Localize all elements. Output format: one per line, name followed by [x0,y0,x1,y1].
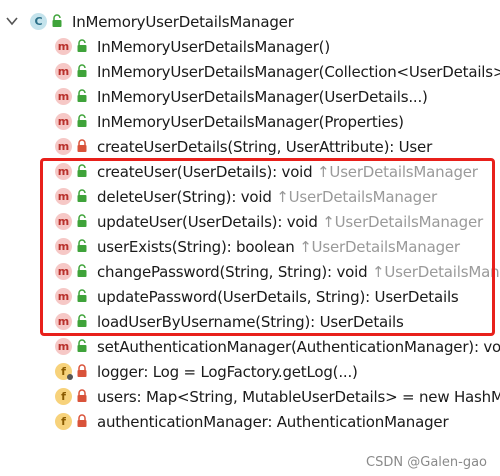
field-icon: f [55,388,72,405]
method-icon: m [55,63,72,80]
method-signature-label: loadUserByUsername(String): UserDetails [97,311,404,333]
public-lock-icon [77,214,87,227]
member-signature-text: InMemoryUserDetailsManager(UserDetails..… [97,88,428,106]
method-row[interactable]: m InMemoryUserDetailsManager(UserDetails.… [0,85,500,110]
member-signature-text: setAuthenticationManager(AuthenticationM… [97,338,500,356]
method-row[interactable]: m createUserDetails(String, UserAttribute… [0,135,500,160]
inherited-from-label: ↑UserDetailsManager [322,213,483,231]
public-lock-icon [52,14,62,27]
member-signature-text: updateUser(UserDetails): void [97,213,323,231]
field-signature-label: authenticationManager: AuthenticationMan… [97,411,449,433]
tree-root-row[interactable]: C InMemoryUserDetailsManager [0,10,500,35]
method-signature-label: createUser(UserDetails): void ↑UserDetai… [97,161,478,183]
method-row[interactable]: m changePassword(String, String): void ↑U… [0,260,500,285]
method-row[interactable]: m InMemoryUserDetailsManager(Collection<U… [0,60,500,85]
public-lock-icon [77,114,87,127]
method-signature-label: deleteUser(String): void ↑UserDetailsMan… [97,186,437,208]
public-lock-icon [77,189,87,202]
method-signature-label: InMemoryUserDetailsManager() [97,36,330,58]
member-signature-text: createUser(UserDetails): void [97,163,318,181]
field-row[interactable]: f logger: Log = LogFactory.getLog(...) [0,360,500,385]
method-row[interactable]: m updateUser(UserDetails): void ↑UserDeta… [0,210,500,235]
member-signature-text: loadUserByUsername(String): UserDetails [97,313,404,331]
method-icon: m [55,188,72,205]
method-icon: m [55,288,72,305]
public-lock-icon [77,39,87,52]
private-lock-icon [77,414,87,427]
method-icon: m [55,88,72,105]
method-signature-label: createUserDetails(String, UserAttribute)… [97,136,432,158]
method-row[interactable]: m loadUserByUsername(String): UserDetails [0,310,500,335]
method-icon: m [55,313,72,330]
method-signature-label: changePassword(String, String): void ↑Us… [97,261,500,283]
inherited-from-label: ↑UserDetailsManager [317,163,478,181]
member-signature-text: userExists(String): boolean [97,238,300,256]
method-row[interactable]: m deleteUser(String): void ↑UserDetailsMa… [0,185,500,210]
public-lock-icon [77,289,87,302]
field-row[interactable]: f users: Map<String, MutableUserDetails> … [0,385,500,410]
method-signature-label: updateUser(UserDetails): void ↑UserDetai… [97,211,483,233]
method-row[interactable]: m InMemoryUserDetailsManager(Properties) [0,110,500,135]
method-icon: m [55,163,72,180]
method-signature-label: setAuthenticationManager(AuthenticationM… [97,336,500,358]
method-icon: m [55,38,72,55]
method-icon: m [55,113,72,130]
inherited-from-label: ↑UserDetailsManager [371,263,500,281]
member-signature-text: updatePassword(UserDetails, String): Use… [97,288,459,306]
method-row[interactable]: m InMemoryUserDetailsManager() [0,35,500,60]
inherited-from-label: ↑UserDetailsManager [299,238,460,256]
field-signature-label: users: Map<String, MutableUserDetails> =… [97,386,500,408]
method-signature-label: InMemoryUserDetailsManager(Collection<Us… [97,61,500,83]
public-lock-icon [77,239,87,252]
public-lock-icon [77,89,87,102]
public-lock-icon [77,339,87,352]
member-signature-text: deleteUser(String): void [97,188,277,206]
member-signature-text: InMemoryUserDetailsManager() [97,38,330,56]
method-signature-label: userExists(String): boolean ↑UserDetails… [97,236,460,258]
method-icon: m [55,238,72,255]
method-icon: m [55,213,72,230]
class-icon: C [30,13,47,30]
private-lock-icon [77,139,87,152]
method-row[interactable]: m setAuthenticationManager(Authentication… [0,335,500,360]
watermark-text: CSDN @Galen-gao [366,455,487,470]
method-signature-label: InMemoryUserDetailsManager(Properties) [97,111,404,133]
class-name-label: InMemoryUserDetailsManager [72,13,294,31]
field-signature-label: logger: Log = LogFactory.getLog(...) [97,361,358,383]
member-signature-text: authenticationManager: AuthenticationMan… [97,413,449,431]
private-lock-icon [77,389,87,402]
public-lock-icon [77,64,87,77]
method-signature-label: InMemoryUserDetailsManager(UserDetails..… [97,86,428,108]
member-signature-text: changePassword(String, String): void [97,263,372,281]
chevron-down-icon[interactable] [5,14,19,28]
public-lock-icon [77,264,87,277]
inherited-from-label: ↑UserDetailsManager [276,188,437,206]
static-marker-icon [67,374,73,380]
method-row[interactable]: m createUser(UserDetails): void ↑UserDeta… [0,160,500,185]
member-signature-text: createUserDetails(String, UserAttribute)… [97,138,433,156]
method-signature-label: updatePassword(UserDetails, String): Use… [97,286,459,308]
member-signature-text: logger: Log = LogFactory.getLog(...) [97,363,358,381]
private-lock-icon [77,364,87,377]
field-icon: f [55,413,72,430]
method-row[interactable]: m userExists(String): boolean ↑UserDetail… [0,235,500,260]
structure-tree: C InMemoryUserDetailsManager m InMemoryUs… [0,0,500,476]
method-icon: m [55,263,72,280]
field-row[interactable]: f authenticationManager: AuthenticationMa… [0,410,500,435]
public-lock-icon [77,314,87,327]
method-row[interactable]: m updatePassword(UserDetails, String): Us… [0,285,500,310]
method-icon: m [55,338,72,355]
public-lock-icon [77,164,87,177]
member-signature-text: InMemoryUserDetailsManager(Properties) [97,113,404,131]
member-signature-text: InMemoryUserDetailsManager(Collection<Us… [97,63,500,81]
method-icon: m [55,138,72,155]
member-signature-text: users: Map<String, MutableUserDetails> =… [97,388,500,406]
